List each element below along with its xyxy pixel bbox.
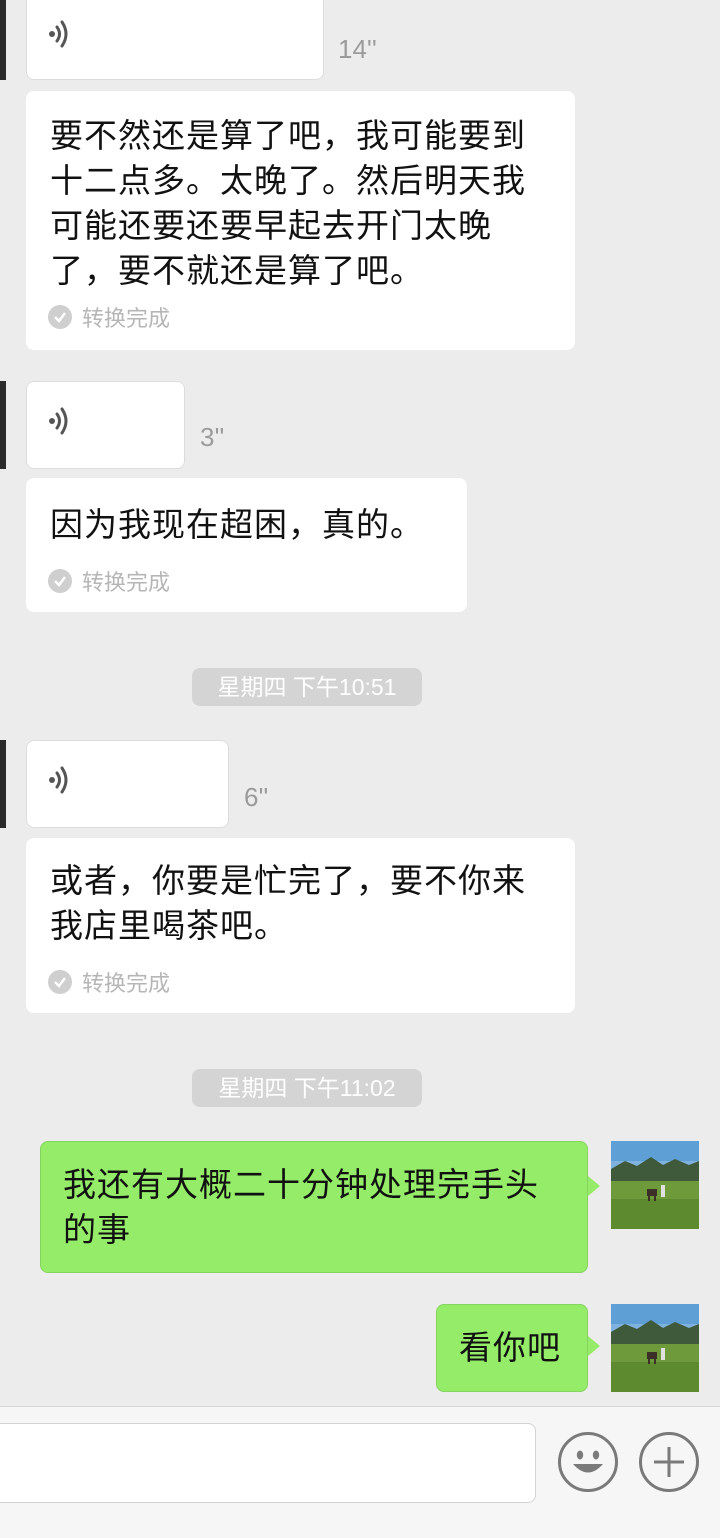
contact-avatar[interactable]: [0, 0, 6, 80]
transcript-status: 转换完成: [48, 301, 170, 333]
transcript-status: 转换完成: [48, 966, 170, 998]
check-icon: [48, 569, 72, 593]
sent-message[interactable]: 看你吧: [436, 1304, 588, 1392]
message-text: 看你吧: [459, 1328, 561, 1367]
plus-button[interactable]: [639, 1432, 699, 1492]
avatar-landscape-image: [611, 1141, 699, 1229]
plus-icon: [654, 1447, 684, 1477]
status-label: 转换完成: [82, 307, 171, 332]
message-text: 我还有大概二十分钟处理完手头的事: [63, 1165, 539, 1249]
voice-wave-icon: [49, 20, 68, 48]
transcript-text: 因为我现在超困，真的。: [50, 505, 424, 544]
emoji-button[interactable]: [558, 1432, 618, 1492]
status-label: 转换完成: [82, 571, 171, 596]
emoji-icon: [573, 1450, 603, 1473]
bubble-tail: [588, 1176, 600, 1196]
voice-transcript[interactable]: 要不然还是算了吧，我可能要到十二点多。太晚了。然后明天我可能还要还要早起去开门太…: [26, 91, 575, 350]
voice-wave-icon: [49, 407, 68, 435]
voice-duration: 14'': [338, 34, 377, 64]
transcript-text: 要不然还是算了吧，我可能要到十二点多。太晚了。然后明天我可能还要还要早起去开门太…: [50, 116, 526, 290]
chat-timestamp: 星期四 下午10:51: [192, 668, 422, 706]
voice-transcript[interactable]: 或者，你要是忙完了，要不你来我店里喝茶吧。 转换完成: [26, 838, 575, 1013]
chat-input-bar: [0, 1406, 720, 1538]
contact-avatar[interactable]: [0, 740, 6, 828]
sent-message[interactable]: 我还有大概二十分钟处理完手头的事: [40, 1141, 588, 1273]
check-icon: [48, 970, 72, 994]
contact-avatar[interactable]: [0, 381, 6, 469]
user-avatar[interactable]: [611, 1304, 699, 1392]
avatar-landscape-image: [611, 1304, 699, 1392]
status-label: 转换完成: [82, 972, 171, 997]
voice-message[interactable]: [26, 0, 324, 80]
voice-duration: 6'': [244, 782, 269, 812]
voice-duration: 3'': [200, 422, 225, 452]
voice-message[interactable]: [26, 381, 185, 469]
chat-timestamp: 星期四 下午11:02: [192, 1069, 422, 1107]
voice-message[interactable]: [26, 740, 229, 828]
voice-wave-icon: [49, 766, 68, 794]
bubble-tail: [588, 1336, 600, 1356]
transcript-status: 转换完成: [48, 565, 170, 597]
message-input[interactable]: [0, 1423, 536, 1503]
user-avatar[interactable]: [611, 1141, 699, 1229]
transcript-text: 或者，你要是忙完了，要不你来我店里喝茶吧。: [50, 861, 526, 945]
voice-transcript[interactable]: 因为我现在超困，真的。 转换完成: [26, 478, 467, 612]
check-icon: [48, 305, 72, 329]
